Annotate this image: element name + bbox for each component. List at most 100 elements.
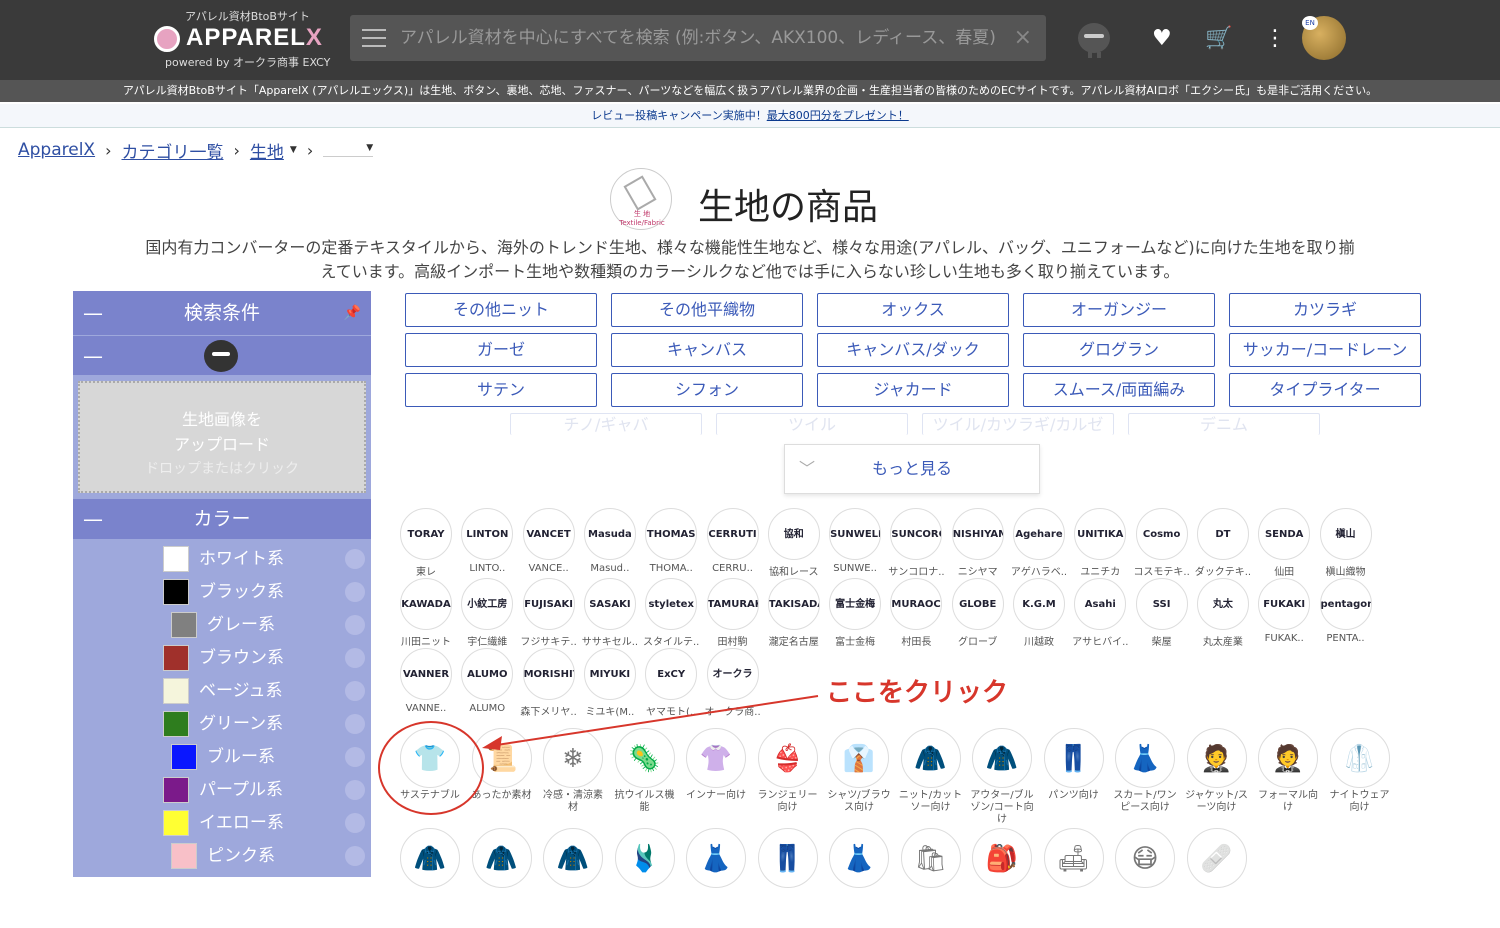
search-input[interactable] <box>400 15 1000 61</box>
category-button[interactable]: チノ/ギャバ <box>510 413 702 435</box>
brand-item[interactable]: 富士金梅 富士金梅 <box>825 578 885 648</box>
brand-item[interactable]: SUNCORONA サンコロナ.. <box>886 508 946 578</box>
color-option[interactable]: ブラウン系 <box>73 640 371 673</box>
usage-item[interactable]: 🧥 <box>397 828 463 928</box>
usage-item[interactable]: 🩹 <box>1184 828 1250 928</box>
category-button[interactable]: オックス <box>817 293 1009 327</box>
usage-item[interactable]: 👖 <box>755 828 821 928</box>
search-conditions-header[interactable]: — 検索条件 📌 <box>73 291 371 335</box>
favorite-heart-icon[interactable]: ♥ <box>1152 26 1172 52</box>
category-button[interactable]: サッカー/コードレーン <box>1229 333 1421 367</box>
language-flag-icon[interactable]: EN <box>1302 16 1318 30</box>
color-option[interactable]: グレー系 <box>73 607 371 640</box>
brand-item[interactable]: THOMAS THOMA.. <box>641 508 701 574</box>
color-option[interactable]: ブルー系 <box>73 739 371 772</box>
color-checkbox[interactable] <box>345 846 365 866</box>
brand-item[interactable]: MURAOCHO 村田長 <box>886 578 946 648</box>
brand-item[interactable]: FUJISAKI フジサキテ.. <box>519 578 579 648</box>
usage-item[interactable]: 🩱 <box>612 828 678 928</box>
hamburger-menu-icon[interactable] <box>362 29 386 47</box>
color-checkbox[interactable] <box>345 813 365 833</box>
search-clear-icon[interactable]: × <box>1014 25 1032 50</box>
category-button[interactable]: スムース/両面編み <box>1023 373 1215 407</box>
more-menu-icon[interactable]: ⋮ <box>1264 26 1286 52</box>
category-button[interactable]: キャンバス/ダック <box>817 333 1009 367</box>
breadcrumb-subcategory-select[interactable]: ▼ <box>323 143 374 157</box>
brand-item[interactable]: VANCET VANCE.. <box>519 508 579 574</box>
category-button[interactable]: ガーゼ <box>405 333 597 367</box>
breadcrumb-categories[interactable]: カテゴリ一覧 <box>121 138 223 163</box>
category-button[interactable]: その他ニット <box>405 293 597 327</box>
ai-robot-icon[interactable] <box>1070 16 1114 60</box>
brand-item[interactable]: SSI 柴屋 <box>1132 578 1192 648</box>
pin-icon[interactable]: 📌 <box>344 291 361 335</box>
color-filter-header[interactable]: — カラー <box>73 499 371 539</box>
brand-item[interactable]: TAMURAKOMA 田村駒 <box>703 578 763 648</box>
brand-item[interactable]: SASAKI ササキセル.. <box>580 578 640 648</box>
brand-item[interactable]: Asahi アサヒバイ.. <box>1070 578 1130 648</box>
brand-item[interactable]: NISHIYAMA ニシヤマ <box>948 508 1008 578</box>
breadcrumb-dropdown-icon[interactable]: ▼ <box>290 145 297 155</box>
color-checkbox[interactable] <box>345 648 365 668</box>
brand-item[interactable]: styletex スタイルテ.. <box>641 578 701 648</box>
color-option[interactable]: ベージュ系 <box>73 673 371 706</box>
category-button[interactable]: カツラギ <box>1229 293 1421 327</box>
brand-item[interactable]: Agehare アゲハラベ.. <box>1009 508 1069 578</box>
brand-item[interactable]: Cosmo コスモテキ.. <box>1132 508 1192 578</box>
color-option[interactable]: ホワイト系 <box>73 541 371 574</box>
usage-item[interactable]: 🤵 フォーマル向け <box>1255 728 1321 828</box>
usage-item[interactable]: 👗 <box>683 828 749 928</box>
color-option[interactable]: パープル系 <box>73 772 371 805</box>
brand-item[interactable]: TAKISADA 瀧定名古屋 <box>764 578 824 648</box>
show-more-button[interactable]: ﹀ もっと見る <box>784 444 1040 494</box>
usage-item[interactable]: 🧥 <box>469 828 535 928</box>
fabric-image-upload-dropzone[interactable]: 生地画像を アップロード ドロップまたはクリック <box>78 381 366 493</box>
category-button[interactable]: グログラン <box>1023 333 1215 367</box>
brand-item[interactable]: SENDA 仙田 <box>1254 508 1314 578</box>
color-checkbox[interactable] <box>345 681 365 701</box>
brand-item[interactable]: Masuda Masud.. <box>580 508 640 574</box>
cart-icon[interactable]: 🛒 <box>1205 26 1232 52</box>
brand-item[interactable]: SUNWELL SUNWE.. <box>825 508 885 574</box>
category-button[interactable]: サテン <box>405 373 597 407</box>
usage-item[interactable]: 😷 <box>1112 828 1178 928</box>
usage-item[interactable]: 🤵 ジャケット/スーツ向け <box>1184 728 1250 828</box>
color-option[interactable]: ピンク系 <box>73 838 371 871</box>
brand-item[interactable]: 槇山 槇山織物 <box>1316 508 1376 578</box>
usage-item[interactable]: 🧥 アウター/ブルゾン/コート向け <box>969 728 1035 828</box>
brand-item[interactable]: 協和 協和レース <box>764 508 824 578</box>
category-button[interactable]: デニム <box>1128 413 1320 435</box>
brand-item[interactable]: CERRUTI CERRU.. <box>703 508 763 574</box>
brand-item[interactable]: DT ダックテキ.. <box>1193 508 1253 578</box>
usage-item[interactable]: 👗 スカート/ワンピース向け <box>1112 728 1178 828</box>
apparelx-logo[interactable]: アパレル資材BtoBサイト APPARELX powered by オークラ商事… <box>150 8 340 72</box>
category-button[interactable]: タイプライター <box>1229 373 1421 407</box>
color-checkbox[interactable] <box>345 714 365 734</box>
category-button[interactable]: シフォン <box>611 373 803 407</box>
usage-item[interactable]: 🥼 ナイトウェア向け <box>1327 728 1393 828</box>
category-button[interactable]: ジャカード <box>817 373 1009 407</box>
brand-item[interactable]: LINTON LINTO.. <box>457 508 517 574</box>
brand-item[interactable]: 丸太 丸太産業 <box>1193 578 1253 648</box>
brand-item[interactable]: K.G.M 川越政 <box>1009 578 1069 648</box>
brand-item[interactable]: FUKAKI FUKAK.. <box>1254 578 1314 644</box>
usage-item[interactable]: 🧥 <box>540 828 606 928</box>
brand-item[interactable]: VANNER VANNE.. <box>396 648 456 714</box>
brand-item[interactable]: UNITIKA ユニチカ <box>1070 508 1130 578</box>
usage-item[interactable]: 🎒 <box>969 828 1035 928</box>
usage-item[interactable]: 👖 パンツ向け <box>1041 728 1107 828</box>
avatar[interactable]: EN <box>1302 16 1346 60</box>
brand-item[interactable]: 小紋工房 宇仁繊維 <box>457 578 517 648</box>
color-checkbox[interactable] <box>345 780 365 800</box>
breadcrumb-fabric[interactable]: 生地 <box>250 138 284 163</box>
usage-item[interactable]: 👗 <box>826 828 892 928</box>
color-checkbox[interactable] <box>345 747 365 767</box>
color-checkbox[interactable] <box>345 582 365 602</box>
usage-item[interactable]: 🧥 ニット/カットソー向け <box>898 728 964 828</box>
color-option[interactable]: イエロー系 <box>73 805 371 838</box>
category-button[interactable]: ツイル <box>716 413 908 435</box>
usage-item[interactable]: 🛋 <box>1041 828 1107 928</box>
collapse-icon[interactable]: — <box>83 499 103 539</box>
color-checkbox[interactable] <box>345 615 365 635</box>
category-button[interactable]: オーガンジー <box>1023 293 1215 327</box>
